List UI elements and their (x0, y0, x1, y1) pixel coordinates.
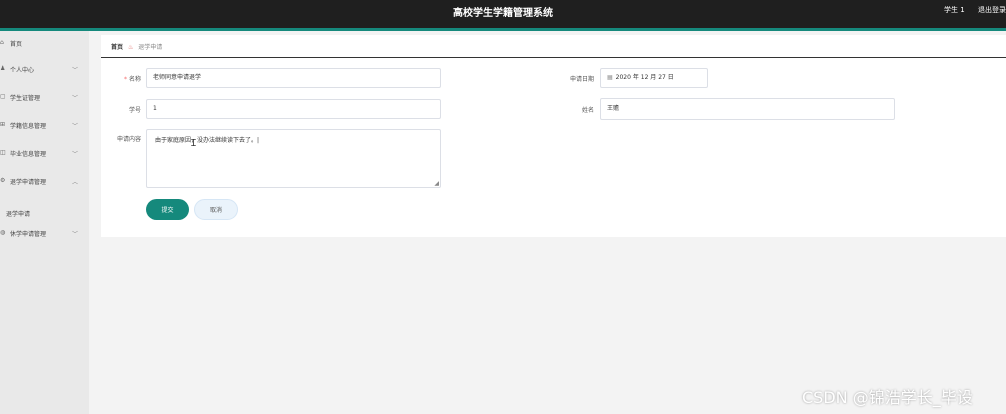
date-picker[interactable]: ▦ 2020 年 12 月 27 日 (600, 68, 708, 88)
sidebar-item-student-card[interactable]: ▢ 学生证管理 ﹀ (0, 85, 89, 111)
sidebar-item-graduation[interactable]: ◫ 毕业信息管理 ﹀ (0, 141, 89, 167)
sidebar-item-label: 休学申请管理 (10, 231, 47, 238)
sidebar-item-enrollment[interactable]: ⊞ 学籍信息管理 ﹀ (0, 113, 89, 139)
watermark: CSDN @锦浩学长_毕设 (802, 388, 973, 407)
sidebar-item-home[interactable]: ⌂ 首页 (0, 31, 89, 57)
card-icon: ▢ (0, 93, 6, 100)
content-text: 由于家庭原因，没办法继续读下去了。| (155, 137, 260, 144)
date-label: 申请日期 (569, 76, 594, 83)
flame-icon: ♨ (127, 44, 134, 51)
breadcrumb-current: 退学申请 (138, 44, 163, 51)
top-bar: 高校学生学籍管理系统 学生 1 退出登录 (0, 0, 1006, 28)
sidebar-item-label: 首页 (10, 41, 23, 48)
grid-icon: ⊞ (0, 121, 6, 128)
document-icon: ◫ (0, 149, 6, 156)
student-name-label: 姓名 (581, 107, 594, 114)
clock-icon: ◍ (0, 229, 6, 236)
main-panel: 首页 ♨ 退学申请 * 名称 老师同意申请退学 申请日期 ▦ 2020 年 12 月… (101, 35, 1006, 237)
sidebar-item-label: 学生证管理 (10, 95, 41, 102)
name-input[interactable]: 老师同意申请退学 (146, 68, 441, 88)
student-no-label: 学号 (128, 107, 141, 114)
user-icon: ♟ (0, 65, 6, 72)
sidebar: ⌂ 首页 ♟ 个人中心 ﹀ ▢ 学生证管理 ﹀ ⊞ 学籍信息管理 ﹀ ◫ 毕业信… (0, 31, 89, 414)
chevron-down-icon: ﹀ (72, 151, 79, 158)
submit-button[interactable]: 提交 (146, 199, 189, 220)
breadcrumb: 首页 ♨ 退学申请 (111, 42, 162, 51)
chevron-down-icon: ﹀ (72, 95, 79, 102)
app-title: 高校学生学籍管理系统 (453, 8, 553, 19)
sidebar-item-label: 毕业信息管理 (10, 151, 47, 158)
sidebar-item-label: 个人中心 (10, 67, 35, 74)
calendar-icon: ▦ (607, 74, 613, 81)
sidebar-subitem-label: 退学申请 (6, 211, 31, 218)
current-user[interactable]: 学生 1 (944, 5, 965, 15)
text-cursor-icon: Ｉ (189, 139, 199, 149)
required-mark: * (123, 76, 127, 83)
chevron-down-icon: ﹀ (72, 67, 79, 74)
chevron-up-icon: ︿ (72, 179, 79, 186)
student-name-input[interactable]: 王赡 (600, 98, 895, 120)
sidebar-item-profile[interactable]: ♟ 个人中心 ﹀ (0, 57, 89, 83)
home-icon: ⌂ (0, 39, 4, 46)
resize-handle-icon[interactable]: ◢ (434, 180, 439, 187)
top-bar-accent (0, 28, 1006, 31)
cancel-button[interactable]: 取消 (194, 199, 238, 220)
sidebar-item-label: 退学申请管理 (10, 179, 47, 186)
chevron-down-icon: ﹀ (72, 123, 79, 130)
sidebar-item-withdrawal[interactable]: ⚙ 退学申请管理 ︿ (0, 169, 89, 195)
logout-link[interactable]: 退出登录 (978, 5, 1006, 15)
date-value: 2020 年 12 月 27 日 (615, 74, 674, 81)
student-no-input[interactable]: 1 (146, 99, 441, 119)
name-label: * 名称 (123, 76, 141, 83)
sidebar-item-label: 学籍信息管理 (10, 123, 47, 130)
content-label: 申请内容 (116, 136, 141, 143)
chevron-down-icon: ﹀ (72, 231, 79, 238)
gear-icon: ⚙ (0, 177, 6, 184)
header-divider (101, 57, 1006, 58)
sidebar-item-suspension[interactable]: ◍ 休学申请管理 ﹀ (0, 221, 89, 247)
breadcrumb-home[interactable]: 首页 (111, 44, 123, 51)
